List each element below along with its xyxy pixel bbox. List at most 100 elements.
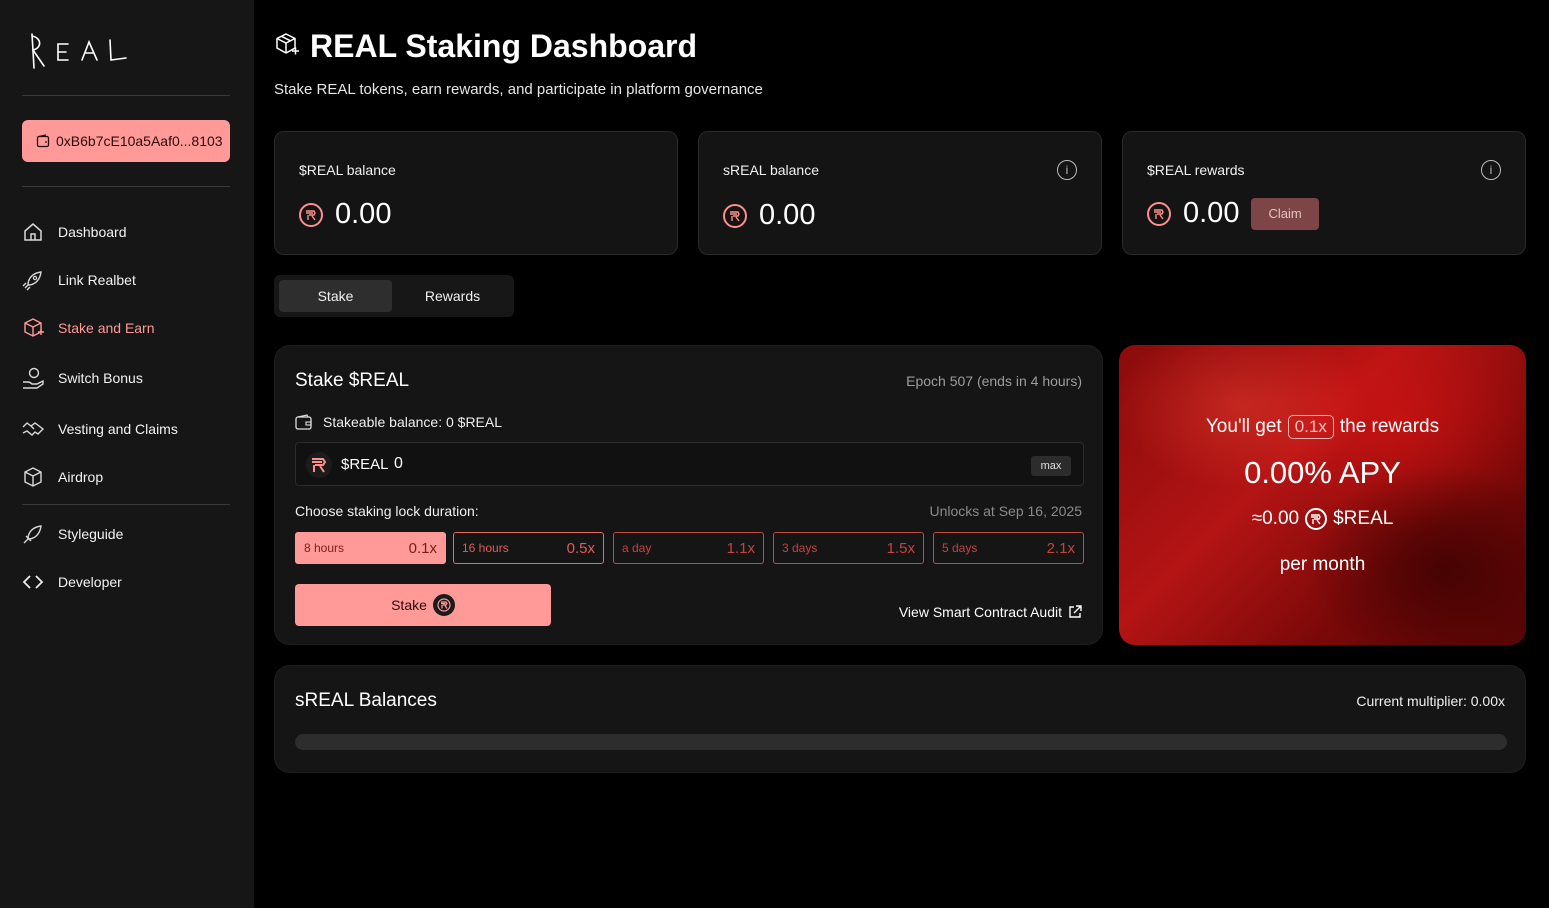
real-token-icon [1147,201,1171,226]
rocket-outline-icon [22,523,44,545]
sidebar-divider [22,95,230,96]
sreal-balance-card: sREAL balance i 0.00 [698,131,1102,255]
stake-tabs: Stake Rewards [274,275,514,317]
home-icon [22,221,44,243]
duration-label: a day [622,541,652,555]
real-rewards-value: 0.00 [1183,197,1240,229]
claim-button[interactable]: Claim [1251,197,1319,230]
rocket-icon [22,269,44,291]
duration-option-16-hours[interactable]: 16 hours 0.5x [453,532,604,564]
real-token-icon [299,202,323,227]
sidebar-item-label: Styleguide [58,526,124,542]
real-balance-label: $REAL balance [299,162,396,178]
epoch-info: Epoch 507 (ends in 4 hours) [906,373,1082,389]
stake-amount-field[interactable]: $REAL max [295,442,1084,486]
sreal-balance-label: sREAL balance [723,162,819,178]
external-link-icon [1069,605,1082,618]
promo-suffix: the rewards [1339,416,1440,437]
duration-option-5-days[interactable]: 5 days 2.1x [933,532,1084,564]
duration-label: 3 days [782,541,818,555]
real-balance-value: 0.00 [335,198,392,230]
duration-label: 8 hours [304,541,345,555]
promo-prefix: You'll get [1205,416,1282,437]
promo-approx: ≈0.00 [1251,508,1300,529]
promo-apy: 0.00% APY [1244,455,1401,490]
wallet-icon [36,134,50,148]
sidebar-item-label: Link Realbet [58,272,136,288]
duration-option-3-days[interactable]: 3 days 1.5x [773,532,924,564]
sidebar-divider [22,504,230,505]
sidebar-item-label: Developer [58,574,122,590]
sreal-balance-progress [295,734,1507,750]
sidebar-item-vesting-and-claims[interactable]: Vesting and Claims [22,414,232,444]
duration-label: 16 hours [462,541,509,555]
tab-rewards[interactable]: Rewards [396,280,509,312]
stake-title: Stake $REAL [295,370,410,391]
hand-shake-icon [22,418,44,440]
smart-contract-audit-link[interactable]: View Smart Contract Audit [899,604,1082,620]
sidebar-item-label: Dashboard [58,224,127,240]
sidebar-item-dashboard[interactable]: Dashboard [22,217,232,247]
duration-multiplier: 0.1x [408,539,437,557]
duration-option-8-hours[interactable]: 8 hours 0.1x [295,532,446,564]
sidebar-item-link-realbet[interactable]: Link Realbet [22,265,232,295]
promo-multiplier: 0.1x [1287,415,1334,439]
code-icon [22,571,44,593]
promo-period: per month [1279,554,1366,575]
box-plus-icon [276,33,299,55]
stake-amount-input[interactable] [394,451,994,477]
wallet-icon [295,414,312,430]
real-token-icon [306,452,332,478]
sidebar-item-label: Airdrop [58,469,104,485]
duration-multiplier: 0.5x [566,539,595,557]
real-balance-card: $REAL balance 0.00 [274,131,678,255]
stake-button[interactable]: Stake [295,584,551,626]
sidebar-item-airdrop[interactable]: Airdrop [22,462,232,492]
real-token-icon [1305,508,1328,530]
sreal-balances-card: sREAL Balances Current multiplier: 0.00x [274,665,1526,773]
sidebar-item-label: Vesting and Claims [58,421,178,437]
info-icon[interactable]: i [1481,160,1501,180]
rewards-promo-card: You'll get 0.1x the rewards 0.00% APY ≈0… [1119,345,1526,645]
audit-link-label: View Smart Contract Audit [898,604,1062,620]
real-token-icon [723,203,747,228]
current-multiplier: Current multiplier: 0.00x [1356,693,1505,709]
hand-coin-icon [22,367,44,389]
stake-button-label: Stake [391,597,427,613]
duration-multiplier: 2.1x [1046,539,1075,557]
sidebar-item-switch-bonus[interactable]: Switch Bonus [22,363,232,393]
sidebar-item-label: Stake and Earn [58,320,155,336]
sreal-balance-value: 0.00 [759,199,816,231]
info-icon[interactable]: i [1057,160,1077,180]
promo-token: $REAL [1333,508,1394,529]
max-button[interactable]: max [1031,456,1071,476]
box-plus-icon [22,317,44,339]
sidebar-item-developer[interactable]: Developer [22,567,232,597]
duration-option-a-day[interactable]: a day 1.1x [613,532,764,564]
sidebar-divider [22,186,230,187]
page-title: REAL Staking Dashboard [310,28,698,64]
sidebar-item-stake-and-earn[interactable]: Stake and Earn [22,313,232,343]
stakeable-balance: Stakeable balance: 0 $REAL [295,414,502,430]
cube-icon [22,466,44,488]
sidebar-item-styleguide[interactable]: Styleguide [22,519,232,549]
real-rewards-label: $REAL rewards [1147,162,1245,178]
wallet-address-button[interactable]: 0xB6b7cE10a5Aaf0...8103 [22,120,230,162]
promo-rewards-line: You'll get 0.1x the rewards [1119,415,1526,439]
real-logo[interactable] [28,30,140,70]
sidebar-item-label: Switch Bonus [58,370,143,386]
wallet-address: 0xB6b7cE10a5Aaf0...8103 [56,133,223,149]
duration-multiplier: 1.5x [886,539,915,557]
token-symbol: $REAL [341,456,389,473]
page-subtitle: Stake REAL tokens, earn rewards, and par… [274,81,763,98]
duration-label: 5 days [942,541,978,555]
lock-duration-label: Choose staking lock duration: [295,503,479,519]
tab-stake[interactable]: Stake [279,280,392,312]
duration-multiplier: 1.1x [726,539,755,557]
sreal-balances-title: sREAL Balances [295,690,437,711]
unlocks-at: Unlocks at Sep 16, 2025 [929,503,1082,519]
stake-card: Stake $REAL Epoch 507 (ends in 4 hours) … [274,345,1103,645]
sidebar: 0xB6b7cE10a5Aaf0...8103 Dashboard Link R… [0,0,254,908]
real-token-icon [432,594,455,616]
stakeable-balance-text: Stakeable balance: 0 $REAL [323,414,503,430]
